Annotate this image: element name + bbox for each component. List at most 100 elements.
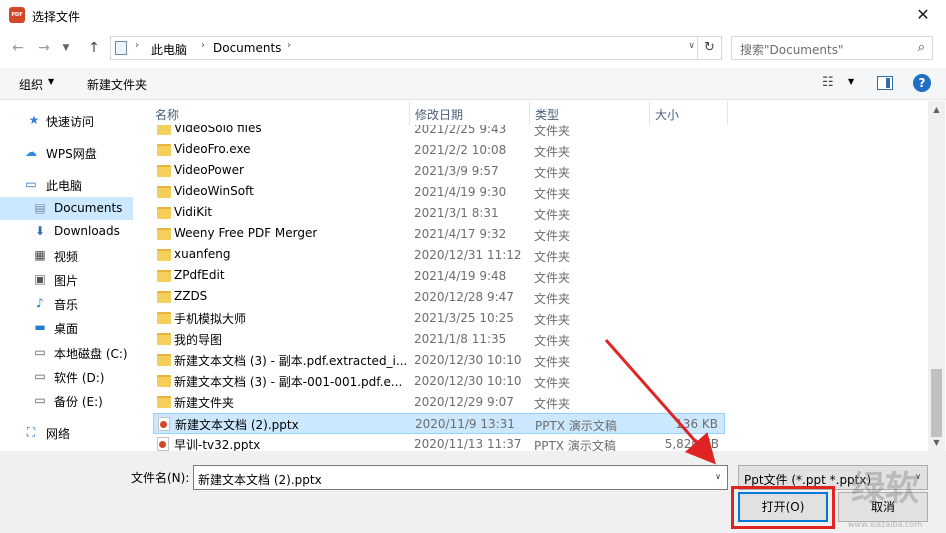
organize-menu[interactable]: 组织 xyxy=(19,76,43,93)
file-name: Weeny Free PDF Merger xyxy=(174,226,318,240)
nav-item-label: 快速访问 xyxy=(46,115,95,129)
file-row[interactable]: ZPdfEdit 2021/4/19 9:48 文件夹 xyxy=(153,266,725,287)
file-row[interactable]: VideoPower 2021/3/9 9:57 文件夹 xyxy=(153,161,725,182)
column-divider[interactable] xyxy=(649,101,650,125)
help-icon[interactable]: ? xyxy=(913,74,931,92)
file-type: 文件夹 xyxy=(534,355,571,369)
address-bar[interactable]: › 此电脑 › Documents › ∨ ↻ xyxy=(110,36,722,60)
file-date: 2020/11/13 11:37 xyxy=(414,437,522,451)
column-type[interactable]: 类型 xyxy=(535,106,559,123)
nav-item-wps-cloud[interactable]: ☁ WPS网盘 xyxy=(0,141,133,164)
back-button[interactable]: ← xyxy=(8,36,28,60)
folder-icon xyxy=(157,312,171,324)
file-row[interactable]: 新建文本文档 (3) - 副本-001-001.pdf.e... 2020/12/… xyxy=(153,371,725,392)
file-row[interactable]: 新建文本文档 (3) - 副本.pdf.extracted_i... 2020/1… xyxy=(153,350,725,371)
refresh-button[interactable]: ↻ xyxy=(697,37,721,59)
recent-locations-button[interactable]: ▼ xyxy=(58,36,74,60)
folder-icon xyxy=(157,396,171,408)
file-type: 文件夹 xyxy=(534,145,571,159)
preview-pane-icon[interactable] xyxy=(877,76,893,90)
nav-item-desktop[interactable]: ▬ 桌面 xyxy=(0,316,133,339)
file-date: 2021/1/8 11:35 xyxy=(414,332,507,346)
filename-input[interactable]: 新建文本文档 (2).pptx ∨ xyxy=(193,465,728,490)
file-type: 文件夹 xyxy=(534,313,571,327)
nav-item-this-pc[interactable]: ▭ 此电脑 xyxy=(0,173,133,196)
nav-item-pictures[interactable]: ▣ 图片 xyxy=(0,268,133,291)
nav-item-drive-c[interactable]: ▭ 本地磁盘 (C:) xyxy=(0,341,133,364)
chevron-right-icon[interactable]: › xyxy=(287,40,291,51)
navigation-pane: ★ 快速访问 ☁ WPS网盘 ▭ 此电脑 ▤ Documents ⬇ Downl… xyxy=(0,101,140,451)
nav-item-downloads[interactable]: ⬇ Downloads xyxy=(0,220,133,243)
network-icon: ⛶ xyxy=(26,425,36,439)
file-type: 文件夹 xyxy=(534,229,571,243)
nav-item-drive-d[interactable]: ▭ 软件 (D:) xyxy=(0,365,133,388)
folder-icon xyxy=(157,165,171,177)
file-row[interactable]: Weeny Free PDF Merger 2021/4/17 9:32 文件夹 xyxy=(153,224,725,245)
file-row[interactable]: VideoFro.exe 2021/2/2 10:08 文件夹 xyxy=(153,140,725,161)
column-divider[interactable] xyxy=(529,101,530,125)
file-date: 2021/4/17 9:32 xyxy=(414,227,507,241)
search-icon: ⌕ xyxy=(917,40,925,55)
up-button[interactable]: ↑ xyxy=(84,36,104,60)
file-row[interactable]: ZZDS 2020/12/28 9:47 文件夹 xyxy=(153,287,725,308)
caret-down-icon[interactable]: ▼ xyxy=(848,77,854,86)
scroll-up-icon[interactable]: ▲ xyxy=(928,101,945,118)
music-icon: ♪ xyxy=(36,296,44,310)
nav-item-quick-access[interactable]: ★ 快速访问 xyxy=(0,109,133,132)
file-row[interactable]: 早训-tv32.pptx 2020/11/13 11:37 PPTX 演示文稿 5,8… xyxy=(153,434,725,451)
filename-label: 文件名(N): xyxy=(131,471,190,485)
nav-item-drive-e[interactable]: ▭ 备份 (E:) xyxy=(0,389,133,412)
column-name[interactable]: 名称 xyxy=(155,106,179,123)
file-type: 文件夹 xyxy=(534,166,571,180)
desktop-icon: ▬ xyxy=(34,320,46,334)
file-type: 文件夹 xyxy=(534,334,571,348)
scrollbar-thumb[interactable] xyxy=(931,369,942,437)
nav-item-documents[interactable]: ▤ Documents xyxy=(0,197,133,220)
view-options-icon[interactable]: ☷ xyxy=(822,75,838,91)
window-title: 选择文件 xyxy=(32,10,81,24)
filename-value[interactable]: 新建文本文档 (2).pptx xyxy=(198,471,322,488)
file-row[interactable]: 手机模拟大师 2021/3/25 10:25 文件夹 xyxy=(153,308,725,329)
file-size: 5,820 KB xyxy=(664,437,719,451)
nav-item-videos[interactable]: ▦ 视频 xyxy=(0,244,133,267)
vertical-scrollbar[interactable]: ▲ ▼ xyxy=(928,101,945,451)
caret-down-icon[interactable]: ▼ xyxy=(48,77,54,86)
picture-icon: ▣ xyxy=(34,272,46,286)
file-row[interactable]: 新建文本文档 (2).pptx 2020/11/9 13:31 PPTX 演示文稿 1… xyxy=(153,413,725,434)
forward-button[interactable]: → xyxy=(34,36,54,60)
column-divider[interactable] xyxy=(409,101,410,125)
column-date[interactable]: 修改日期 xyxy=(415,106,463,123)
breadcrumb-this-pc[interactable]: 此电脑 xyxy=(151,41,187,58)
chevron-down-icon[interactable]: ∨ xyxy=(715,472,721,481)
nav-item-network[interactable]: ⛶ 网络 xyxy=(0,421,133,444)
breadcrumb-documents[interactable]: Documents xyxy=(213,41,281,55)
sort-ascending-icon: ^ xyxy=(275,101,283,107)
file-name: 新建文本文档 (3) - 副本-001-001.pdf.e... xyxy=(174,375,403,389)
cancel-button[interactable]: 取消 xyxy=(838,492,928,522)
file-date: 2020/12/29 9:07 xyxy=(414,395,514,409)
new-folder-button[interactable]: 新建文件夹 xyxy=(87,76,147,93)
close-button[interactable]: ✕ xyxy=(900,0,946,32)
chevron-right-icon[interactable]: › xyxy=(135,40,139,51)
file-row[interactable]: 我的导图 2021/1/8 11:35 文件夹 xyxy=(153,329,725,350)
chevron-right-icon[interactable]: › xyxy=(201,40,205,51)
nav-item-label: 图片 xyxy=(54,274,79,288)
chevron-down-icon: ▼ xyxy=(62,43,70,53)
file-name: 我的导图 xyxy=(174,333,223,347)
file-row[interactable]: VideoWinSoft 2021/4/19 9:30 文件夹 xyxy=(153,182,725,203)
drive-icon: ▭ xyxy=(34,393,46,407)
file-row[interactable]: 新建文件夹 2020/12/29 9:07 文件夹 xyxy=(153,392,725,413)
file-list: VideoSolo files 2021/2/25 9:43 文件夹 VideoFro… xyxy=(143,101,928,451)
scroll-down-icon[interactable]: ▼ xyxy=(928,434,945,451)
file-row[interactable]: VidiKit 2021/3/1 8:31 文件夹 xyxy=(153,203,725,224)
file-date: 2020/12/30 10:10 xyxy=(414,353,522,367)
search-input[interactable]: 搜索"Documents" ⌕ xyxy=(731,36,933,60)
column-size[interactable]: 大小 xyxy=(655,106,679,123)
column-header: ^ 名称 修改日期 类型 大小 xyxy=(143,101,928,125)
column-divider[interactable] xyxy=(727,101,728,125)
folder-icon xyxy=(157,333,171,345)
nav-item-music[interactable]: ♪ 音乐 xyxy=(0,292,133,315)
folder-icon xyxy=(157,249,171,261)
address-history-dropdown[interactable]: ∨ xyxy=(688,41,695,51)
file-row[interactable]: xuanfeng 2020/12/31 11:12 文件夹 xyxy=(153,245,725,266)
